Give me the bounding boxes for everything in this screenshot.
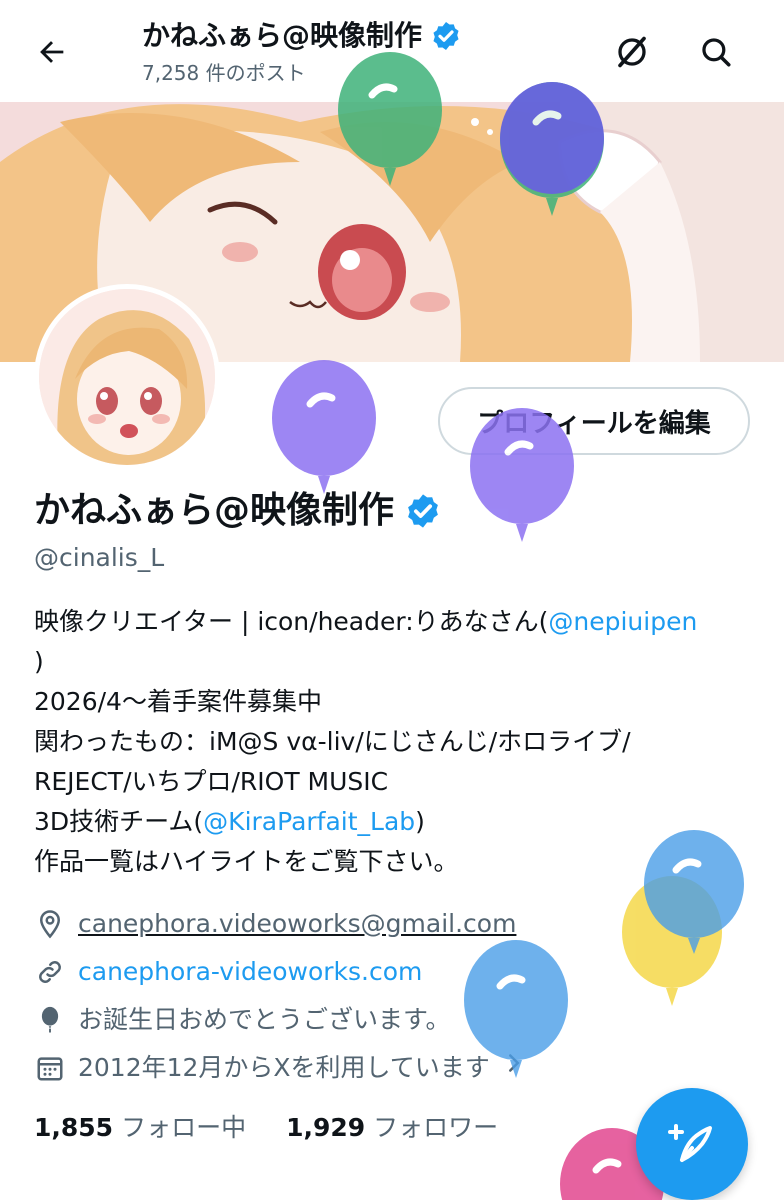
location-pin-icon	[34, 908, 66, 940]
compose-post-button[interactable]	[636, 1088, 748, 1200]
following-count: 1,855	[34, 1113, 114, 1142]
balloon-icon	[34, 1004, 66, 1036]
search-button[interactable]	[694, 30, 738, 74]
top-bar: かねふぁら@映像制作 7,258 件のポスト	[0, 0, 784, 102]
balloon-icon	[622, 876, 722, 1006]
verified-badge-icon	[433, 22, 459, 50]
compose-post-icon	[668, 1124, 712, 1162]
followers-link[interactable]: 1,929 フォロワー	[286, 1108, 498, 1148]
display-name: かねふぁら@映像制作	[34, 486, 442, 536]
grok-icon	[618, 36, 646, 68]
follow-stats: 1,855 フォロー中 1,929 フォロワー	[34, 1108, 498, 1148]
bio-line: 作品一覧はハイライトをご覧下さい。	[34, 847, 459, 876]
bio-line: 映像クリエイター | icon/header:りあなさん(@nepiuipen	[34, 602, 764, 642]
balloon-icon	[272, 360, 376, 494]
following-link[interactable]: 1,855 フォロー中	[34, 1108, 246, 1148]
followers-label: フォロワー	[373, 1113, 499, 1142]
mention-link[interactable]: @nepiuipen	[548, 607, 697, 636]
chevron-right-icon	[502, 1048, 526, 1088]
bio-text: )	[415, 807, 425, 836]
profile-bio: 映像クリエイター | icon/header:りあなさん(@nepiuipen …	[34, 602, 764, 882]
bio-line: 2026/4〜着手案件募集中	[34, 687, 322, 716]
birthday-row: お誕生日おめでとうございます。	[34, 1002, 451, 1038]
followers-count: 1,929	[286, 1113, 366, 1142]
avatar[interactable]	[34, 284, 220, 470]
bio-line: 関わったもの：iM@S vα-liv/にじさんじ/ホロライブ/	[34, 727, 631, 756]
post-count: 7,258 件のポスト	[142, 61, 306, 85]
calendar-icon	[34, 1052, 66, 1084]
website-row: canephora-videoworks.com	[34, 954, 422, 990]
bio-text: 映像クリエイター | icon/header:りあなさん(	[34, 607, 549, 636]
user-handle: @cinalis_L	[34, 543, 165, 572]
following-label: フォロー中	[121, 1113, 247, 1142]
mention-link[interactable]: @KiraParfait_Lab	[203, 807, 415, 836]
page-title-text: かねふぁら@映像制作	[142, 19, 423, 52]
edit-profile-button[interactable]: プロフィールを編集	[438, 387, 750, 455]
location-row: canephora.videoworks@gmail.com	[34, 906, 516, 942]
bio-line: )	[34, 647, 44, 676]
avatar-illustration	[39, 289, 215, 465]
link-icon	[34, 956, 66, 988]
website-link[interactable]: canephora-videoworks.com	[78, 954, 422, 990]
bio-text: 3D技術チーム(	[34, 807, 204, 836]
joined-row[interactable]: 2012年12月からXを利用しています	[34, 1048, 526, 1088]
page-title: かねふぁら@映像制作	[142, 16, 462, 56]
location-text: canephora.videoworks@gmail.com	[78, 909, 517, 938]
arrow-left-icon	[40, 41, 64, 63]
search-icon	[702, 38, 731, 67]
bio-line: REJECT/いちプロ/RIOT MUSIC	[34, 767, 389, 796]
back-button[interactable]	[30, 30, 74, 74]
display-name-text: かねふぁら@映像制作	[34, 490, 395, 531]
joined-text: 2012年12月からXを利用しています	[78, 1053, 490, 1082]
birthday-text: お誕生日おめでとうございます。	[78, 1005, 451, 1034]
grok-button[interactable]	[610, 30, 654, 74]
title-area: かねふぁら@映像制作 7,258 件のポスト	[142, 16, 462, 88]
verified-badge-icon[interactable]	[404, 492, 442, 530]
bio-line: 3D技術チーム(@KiraParfait_Lab)	[34, 802, 764, 842]
